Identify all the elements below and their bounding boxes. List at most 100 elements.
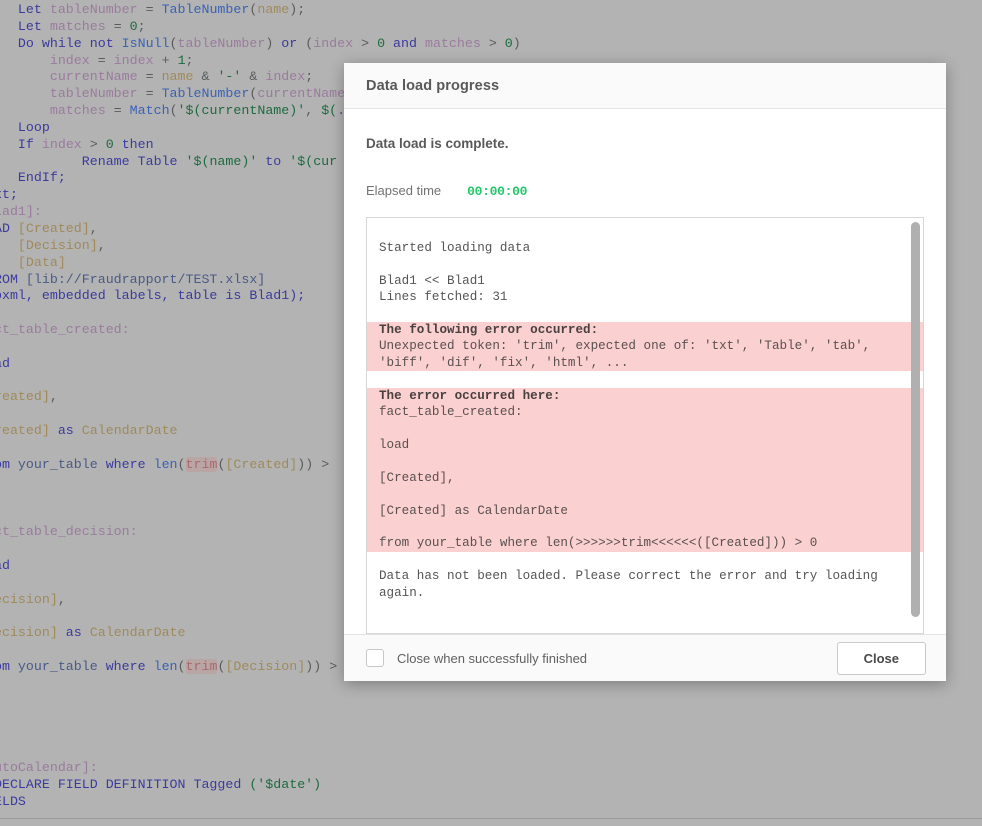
dialog-body: Data load is complete. Elapsed time 00:0… bbox=[344, 109, 946, 634]
dialog-footer: Close when successfully finished Close bbox=[344, 634, 946, 681]
close-when-finished-label[interactable]: Close when successfully finished bbox=[397, 651, 587, 666]
code-token: TableNumber bbox=[161, 2, 250, 17]
code-token: ext; bbox=[0, 187, 18, 203]
code-token: CalendarDate bbox=[81, 423, 178, 439]
code-token: currentName bbox=[257, 86, 346, 102]
code-token: > bbox=[361, 35, 378, 51]
load-log-lines: Started loading data Blad1 << Blad1 Lines… bbox=[367, 218, 923, 633]
log-line: Data has not been loaded. Please correct… bbox=[379, 569, 886, 600]
code-token: CalendarDate bbox=[89, 625, 186, 641]
code-token: index bbox=[113, 52, 162, 68]
code-token: index bbox=[41, 136, 90, 152]
code-token: len bbox=[153, 456, 178, 472]
code-token: ); bbox=[289, 2, 306, 17]
code-token: TableNumber bbox=[161, 86, 250, 102]
dialog-title: Data load progress bbox=[366, 77, 500, 94]
code-token: oad bbox=[0, 557, 10, 573]
log-line-error: [Created] as CalendarDate bbox=[367, 502, 923, 519]
code-token: ) bbox=[512, 35, 521, 51]
code-token: 0 bbox=[129, 18, 138, 34]
code-token: ( bbox=[169, 35, 178, 51]
dialog-header: Data load progress bbox=[344, 63, 946, 109]
code-token: , bbox=[305, 103, 322, 119]
code-token: Match bbox=[129, 103, 170, 119]
code-line: Do while not IsNull(tableNumber) or (ind… bbox=[0, 36, 521, 53]
code-token: Do while not bbox=[17, 35, 122, 51]
code-line: autoCalendar]: bbox=[0, 760, 521, 777]
load-log-panel[interactable]: Started loading data Blad1 << Blad1 Lines… bbox=[366, 217, 924, 634]
code-token: ; bbox=[137, 18, 146, 34]
footer-left-group: Close when successfully finished bbox=[366, 649, 587, 667]
code-token: [Created] bbox=[225, 456, 298, 472]
code-token: as bbox=[57, 423, 82, 439]
code-token: index bbox=[265, 69, 306, 85]
code-token: > bbox=[488, 35, 505, 51]
code-token: )) bbox=[305, 658, 330, 674]
code-token: '$(cur bbox=[289, 153, 338, 169]
code-token: EndIf; bbox=[17, 170, 66, 186]
code-token: ) bbox=[265, 35, 282, 51]
code-token: [Decision] bbox=[17, 237, 98, 253]
code-token: currentName bbox=[49, 69, 146, 85]
code-token: act_table_decision: bbox=[0, 524, 138, 540]
code-token: IsNull bbox=[121, 35, 170, 51]
code-token: + bbox=[161, 52, 178, 68]
code-token: Loop bbox=[17, 119, 50, 135]
code-token: , bbox=[57, 591, 66, 607]
code-line: IELDS bbox=[0, 794, 521, 811]
code-token: [Data] bbox=[17, 254, 66, 270]
code-token: Decision] bbox=[0, 625, 58, 641]
code-token: tableNumber bbox=[49, 2, 146, 17]
code-token: $( bbox=[321, 103, 338, 119]
code-line: DECLARE FIELD DEFINITION Tagged ('$date'… bbox=[0, 777, 521, 794]
code-token: 0 bbox=[105, 136, 122, 152]
log-scrollbar-thumb[interactable] bbox=[911, 222, 920, 617]
code-token: ; bbox=[305, 69, 314, 85]
editor-divider bbox=[0, 818, 982, 819]
code-token: where bbox=[105, 456, 154, 472]
code-token: [lib://Fraudrapport/TEST.xlsx] bbox=[25, 271, 266, 287]
close-button[interactable]: Close bbox=[836, 641, 926, 675]
code-line: Let tableNumber = TableNumber(name); bbox=[0, 2, 521, 19]
code-line: Let matches = 0; bbox=[0, 19, 521, 36]
close-when-finished-checkbox[interactable] bbox=[366, 649, 384, 667]
log-scrollbar[interactable] bbox=[911, 222, 920, 629]
code-token: FROM bbox=[0, 271, 18, 287]
code-token: trim bbox=[185, 658, 218, 674]
data-load-progress-dialog: Data load progress Data load is complete… bbox=[344, 63, 946, 681]
code-token: len bbox=[153, 658, 178, 674]
log-line: Blad1 << Blad1 bbox=[379, 273, 485, 288]
code-token: your_table bbox=[17, 658, 106, 674]
log-line-error bbox=[367, 453, 923, 470]
code-token: or bbox=[281, 35, 306, 51]
code-token: ( bbox=[177, 658, 186, 674]
code-token: ( bbox=[177, 456, 186, 472]
elapsed-time-row: Elapsed time 00:00:00 bbox=[366, 183, 924, 199]
log-line-error bbox=[367, 420, 923, 437]
code-token: act_table_created: bbox=[0, 322, 130, 338]
code-token: ; bbox=[185, 52, 194, 68]
code-token: index bbox=[49, 52, 98, 68]
log-line-error: The following error occurred: bbox=[367, 322, 923, 339]
code-token: DECLARE FIELD DEFINITION Tagged bbox=[0, 776, 250, 792]
code-token: , bbox=[97, 237, 106, 253]
code-token: trim bbox=[185, 456, 218, 472]
code-token: '$(currentName)' bbox=[177, 103, 306, 119]
code-token: Created] bbox=[0, 389, 50, 405]
code-token: and bbox=[393, 35, 425, 51]
code-token: ( bbox=[169, 103, 178, 119]
code-token: [Created] bbox=[17, 220, 90, 236]
code-token: as bbox=[65, 625, 90, 641]
